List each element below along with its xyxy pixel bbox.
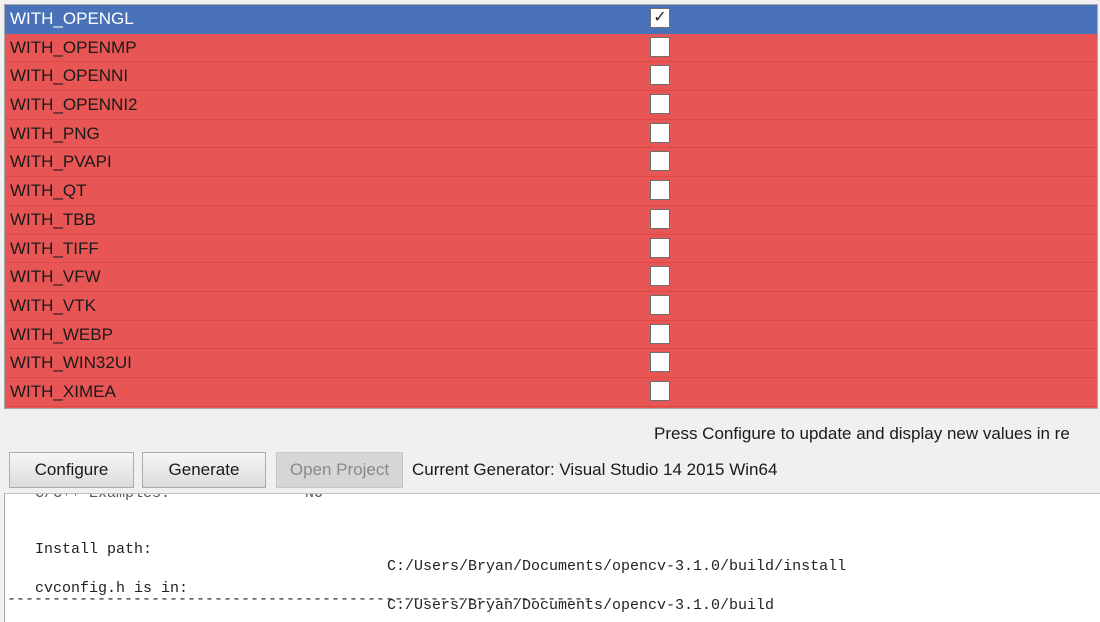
cache-row-with-tbb[interactable]: WITH_TBB bbox=[5, 205, 1097, 235]
cache-entry-name: WITH_VTK bbox=[10, 295, 96, 315]
log-label: Install path: bbox=[35, 541, 153, 558]
cache-entry-name: WITH_WIN32UI bbox=[10, 353, 132, 373]
cache-table: WITH_OPENGL ✓ WITH_OPENMP WITH_OPENNI WI… bbox=[4, 4, 1098, 409]
cache-entry-name: WITH_PNG bbox=[10, 123, 100, 143]
cache-row-with-opengl[interactable]: WITH_OPENGL ✓ bbox=[5, 5, 1097, 34]
cache-entry-name: WITH_TIFF bbox=[10, 238, 99, 258]
cache-entry-checkbox[interactable] bbox=[650, 380, 670, 401]
checkmark-icon: ✓ bbox=[653, 9, 667, 26]
cache-entry-name: WITH_QT bbox=[10, 181, 87, 201]
configure-hint: Press Configure to update and display ne… bbox=[654, 424, 1070, 443]
cache-entry-checkbox[interactable] bbox=[650, 94, 670, 115]
cache-row-with-openmp[interactable]: WITH_OPENMP bbox=[5, 33, 1097, 63]
cache-row-with-vfw[interactable]: WITH_VFW bbox=[5, 263, 1097, 292]
cache-entry-name: WITH_VFW bbox=[10, 267, 101, 287]
log-divider: ----------------------------------------… bbox=[7, 591, 593, 608]
log-line-cut-off: C/C++ Examples: NO bbox=[35, 493, 324, 502]
cache-entry-name: WITH_OPENGL bbox=[10, 9, 134, 28]
cache-entry-checkbox[interactable]: ✓ bbox=[650, 8, 670, 28]
cache-row-with-ximea[interactable]: WITH_XIMEA bbox=[5, 377, 1097, 407]
cache-entry-checkbox[interactable] bbox=[650, 65, 670, 86]
cache-entry-checkbox[interactable] bbox=[650, 151, 670, 172]
open-project-button: Open Project bbox=[276, 452, 403, 488]
cache-entry-name: WITH_TBB bbox=[10, 209, 96, 229]
cache-entry-checkbox[interactable] bbox=[650, 36, 670, 57]
cache-entry-name: WITH_XIMEA bbox=[10, 381, 116, 401]
cache-row-with-openni[interactable]: WITH_OPENNI bbox=[5, 62, 1097, 92]
cache-entry-checkbox[interactable] bbox=[650, 208, 670, 229]
cache-entry-checkbox[interactable] bbox=[650, 294, 670, 315]
cache-row-with-png[interactable]: WITH_PNG bbox=[5, 119, 1097, 149]
cache-row-with-tiff[interactable]: WITH_TIFF bbox=[5, 234, 1097, 264]
generate-button[interactable]: Generate bbox=[142, 452, 266, 488]
cache-entry-name: WITH_PVAPI bbox=[10, 152, 112, 172]
cache-row-with-pvapi[interactable]: WITH_PVAPI bbox=[5, 148, 1097, 178]
cache-row-with-qt[interactable]: WITH_QT bbox=[5, 177, 1097, 206]
configure-button[interactable]: Configure bbox=[9, 452, 134, 488]
cache-entry-checkbox[interactable] bbox=[650, 352, 670, 373]
cache-entry-name: WITH_OPENMP bbox=[10, 37, 137, 57]
cache-entry-checkbox[interactable] bbox=[650, 237, 670, 258]
cache-entry-name: WITH_OPENNI bbox=[10, 66, 129, 86]
cache-entry-checkbox[interactable] bbox=[650, 266, 670, 287]
cache-entry-checkbox[interactable] bbox=[650, 122, 670, 143]
cache-entry-name: WITH_OPENNI2 bbox=[10, 95, 138, 115]
log-value: C:/Users/Bryan/Documents/opencv-3.1.0/bu… bbox=[387, 558, 847, 575]
current-generator-label: Current Generator: Visual Studio 14 2015… bbox=[412, 460, 778, 479]
cache-row-with-vtk[interactable]: WITH_VTK bbox=[5, 291, 1097, 321]
cache-row-with-win32ui[interactable]: WITH_WIN32UI bbox=[5, 349, 1097, 378]
cache-entry-checkbox[interactable] bbox=[650, 323, 670, 344]
cache-row-with-openni2[interactable]: WITH_OPENNI2 bbox=[5, 91, 1097, 120]
cache-entry-name: WITH_WEBP bbox=[10, 324, 113, 344]
cache-row-with-webp[interactable]: WITH_WEBP bbox=[5, 320, 1097, 350]
output-log[interactable]: C/C++ Examples: NO Install path: C:/User… bbox=[4, 493, 1100, 622]
cache-entry-checkbox[interactable] bbox=[650, 180, 670, 201]
